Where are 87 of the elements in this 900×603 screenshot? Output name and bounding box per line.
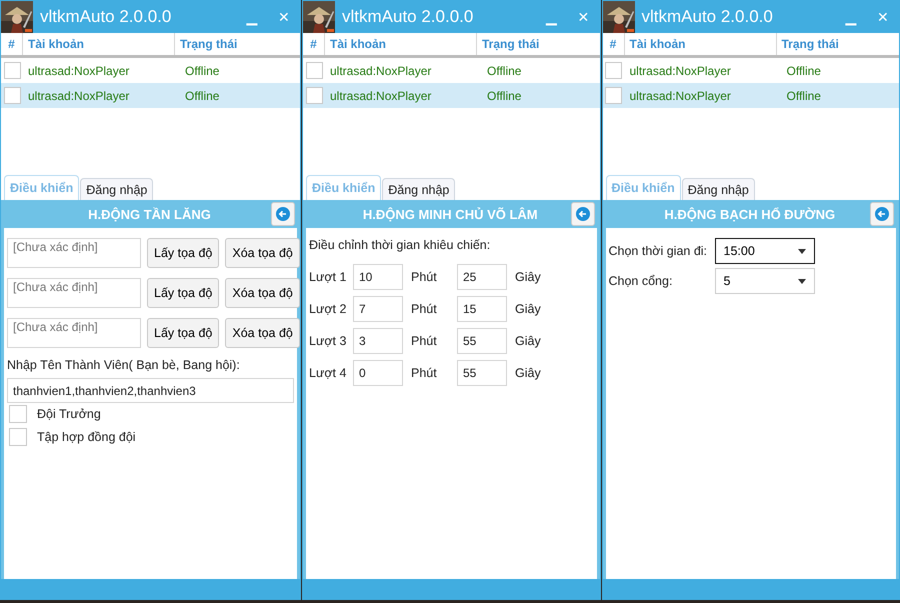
window-title: vltkmAuto 2.0.0.0 (342, 7, 474, 27)
coordinate-field[interactable]: [Chưa xác định] (7, 318, 141, 348)
clear-coordinates-button[interactable]: Xóa tọa độ (225, 238, 300, 268)
member-input[interactable]: thanhvien1,thanhvien2,thanhvien3 (7, 378, 294, 403)
status-cell-text: Offline (786, 88, 822, 102)
checkbox-label: Tập hợp đồng đội (37, 430, 136, 444)
dropdown-label: Chọn cổng: (608, 274, 674, 288)
clear-coordinates-button[interactable]: Xóa tọa độ (225, 278, 300, 308)
seconds-unit: Giây (515, 334, 541, 348)
seconds-field[interactable]: 25 (457, 264, 507, 290)
round-label: Lượt 2 (309, 302, 345, 316)
column-header: Tài khoản (325, 33, 477, 55)
seconds-field[interactable]: 55 (457, 360, 507, 386)
seconds-field[interactable]: 15 (457, 296, 507, 322)
tab[interactable]: Đăng nhập (382, 178, 456, 200)
row-checkbox[interactable] (4, 87, 20, 104)
column-header: Tài khoản (23, 33, 175, 55)
row-checkbox[interactable] (306, 87, 322, 104)
member-label: Nhập Tên Thành Viên( Bạn bè, Bang hội): (7, 358, 241, 372)
table-row[interactable]: ultrasad:NoxPlayer Offline (303, 83, 600, 108)
column-header: # (303, 33, 325, 55)
panel-title: H.ĐỘNG TẦN LĂNG (87, 206, 212, 222)
seconds-unit: Giây (515, 270, 541, 284)
panel-title: H.ĐỘNG MINH CHỦ VÕ LÂM (362, 206, 539, 222)
round-label: Lượt 3 (309, 334, 345, 348)
checkbox[interactable] (9, 405, 27, 423)
checkbox[interactable] (9, 428, 27, 446)
row-checkbox[interactable] (605, 62, 622, 79)
table-row[interactable]: ultrasad:NoxPlayer Offline (602, 58, 899, 83)
seconds-unit: Giây (515, 302, 541, 316)
account-cell-text: ultrasad:NoxPlayer (628, 88, 732, 102)
caret-icon (798, 248, 806, 254)
column-header: Trạng thái (481, 36, 540, 53)
row-checkbox[interactable] (4, 62, 20, 79)
minutes-unit: Phút (411, 270, 438, 284)
tab[interactable]: Đăng nhập (80, 178, 154, 200)
back-button[interactable] (870, 202, 894, 226)
minutes-unit: Phút (411, 302, 438, 316)
caret-icon (798, 278, 806, 284)
window-title: vltkmAuto 2.0.0.0 (642, 7, 774, 27)
row-checkbox[interactable] (306, 62, 322, 79)
column-header: # (1, 33, 23, 55)
table-row[interactable]: ultrasad:NoxPlayer Offline (1, 83, 300, 108)
minutes-unit: Phút (411, 366, 438, 380)
get-coordinates-button[interactable]: Lấy tọa độ (147, 318, 220, 348)
coordinate-field[interactable]: [Chưa xác định] (7, 278, 141, 308)
minutes-field[interactable]: 0 (353, 360, 403, 386)
coordinate-field[interactable]: [Chưa xác định] (7, 238, 141, 268)
seconds-unit: Giây (515, 366, 541, 380)
account-cell-text: ultrasad:NoxPlayer (27, 88, 130, 102)
account-cell-text: ultrasad:NoxPlayer (27, 64, 130, 78)
dropdown-label: Chọn thời gian đi: (608, 244, 708, 258)
row-checkbox[interactable] (605, 87, 622, 104)
get-coordinates-button[interactable]: Lấy tọa độ (147, 278, 220, 308)
status-cell-text: Offline (486, 64, 522, 78)
status-cell-text: Offline (184, 64, 220, 78)
checkbox-label: Đội Trưởng (37, 407, 101, 421)
minutes-field[interactable]: 3 (353, 328, 403, 354)
status-cell-text: Offline (786, 64, 822, 78)
account-cell-text: ultrasad:NoxPlayer (329, 88, 432, 102)
window-title: vltkmAuto 2.0.0.0 (40, 7, 172, 27)
table-row[interactable]: ultrasad:NoxPlayer Offline (602, 83, 899, 108)
account-cell-text: ultrasad:NoxPlayer (628, 64, 732, 78)
status-cell-text: Offline (486, 88, 522, 102)
instruction-label: Điều chỉnh thời gian khiêu chiến: (309, 238, 492, 252)
round-label: Lượt 4 (309, 366, 345, 380)
minutes-field[interactable]: 7 (353, 296, 403, 322)
table-row[interactable]: ultrasad:NoxPlayer Offline (303, 58, 600, 83)
panel-title: H.ĐỘNG BẠCH HỔ ĐƯỜNG (663, 206, 836, 222)
column-header: Tài khoản (624, 33, 776, 55)
dropdown[interactable]: 5 (714, 268, 814, 294)
minutes-field[interactable]: 10 (353, 264, 403, 290)
column-header: Trạng thái (780, 36, 840, 53)
minutes-unit: Phút (411, 334, 438, 348)
account-cell-text: ultrasad:NoxPlayer (329, 64, 432, 78)
back-button[interactable] (570, 202, 594, 226)
round-label: Lượt 1 (309, 270, 345, 284)
column-header: # (602, 33, 624, 55)
column-header: Trạng thái (179, 36, 238, 53)
clear-coordinates-button[interactable]: Xóa tọa độ (225, 318, 300, 348)
get-coordinates-button[interactable]: Lấy tọa độ (147, 238, 220, 268)
table-row[interactable]: ultrasad:NoxPlayer Offline (1, 58, 300, 83)
tab[interactable]: Đăng nhập (682, 178, 755, 200)
back-button[interactable] (271, 202, 295, 226)
status-cell-text: Offline (184, 88, 220, 102)
dropdown[interactable]: 15:00 (714, 238, 814, 264)
seconds-field[interactable]: 55 (457, 328, 507, 354)
